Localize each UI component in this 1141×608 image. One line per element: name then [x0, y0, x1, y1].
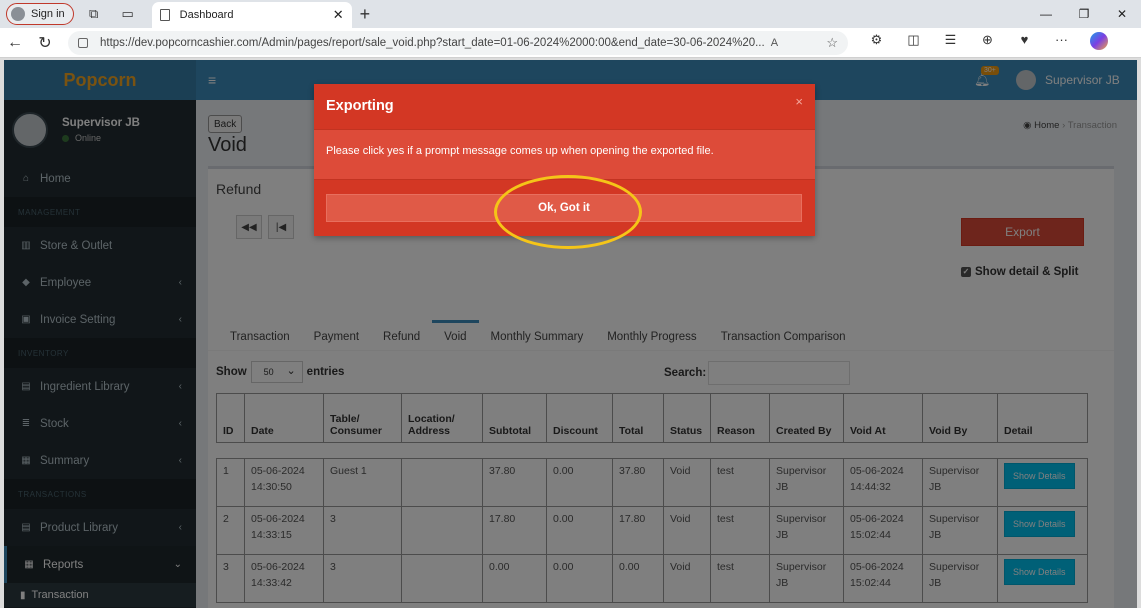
modal-message: Please click yes if a prompt message com… [314, 130, 815, 180]
back-arrow-icon[interactable]: ← [0, 34, 30, 52]
close-window-icon[interactable]: ✕ [1103, 0, 1141, 28]
new-tab-icon[interactable]: + [360, 4, 371, 25]
copilot-icon[interactable] [1080, 32, 1117, 53]
browser-tab-bar: Sign in ⧉ ▭ Dashboard ✕ + — ❐ ✕ [0, 0, 1141, 28]
performance-icon[interactable]: ♥ [1006, 32, 1043, 53]
favorite-star-icon[interactable]: ☆ [816, 35, 838, 51]
read-aloud-icon[interactable]: A [771, 37, 778, 49]
tab-title: Dashboard [179, 9, 234, 21]
address-bar-row: ← ↻ https://dev.popcorncashier.com/Admin… [0, 28, 1141, 58]
restore-icon[interactable]: ❐ [1065, 0, 1103, 28]
browser-tab-dashboard[interactable]: Dashboard ✕ [151, 2, 352, 28]
url-field[interactable]: https://dev.popcorncashier.com/Admin/pag… [68, 30, 848, 55]
split-screen-icon[interactable]: ◫ [895, 32, 932, 53]
highlight-circle [494, 175, 642, 249]
lock-icon [78, 37, 88, 48]
modal-title: Exporting [326, 98, 394, 114]
page-icon [159, 9, 170, 21]
close-icon[interactable]: × [795, 94, 803, 109]
url-text: https://dev.popcorncashier.com/Admin/pag… [100, 36, 765, 49]
favorites-icon[interactable]: ☰ [932, 32, 969, 53]
more-icon[interactable]: ··· [1043, 32, 1080, 53]
profile-icon [11, 7, 25, 21]
extensions-icon[interactable]: ⚙ [858, 32, 895, 53]
refresh-icon[interactable]: ↻ [30, 33, 60, 53]
modal-header: Exporting × [314, 84, 815, 130]
collections-icon[interactable]: ⊕ [969, 32, 1006, 53]
tab-actions-icon[interactable]: ▭ [114, 3, 142, 25]
workspaces-icon[interactable]: ⧉ [80, 3, 108, 25]
window-controls: — ❐ ✕ [1027, 0, 1141, 28]
close-tab-icon[interactable]: ✕ [333, 7, 344, 23]
sign-in-button[interactable]: Sign in [6, 3, 74, 25]
sign-in-label: Sign in [31, 8, 65, 20]
minimize-icon[interactable]: — [1027, 0, 1065, 28]
browser-toolbar: ⚙ ◫ ☰ ⊕ ♥ ··· [858, 32, 1117, 53]
